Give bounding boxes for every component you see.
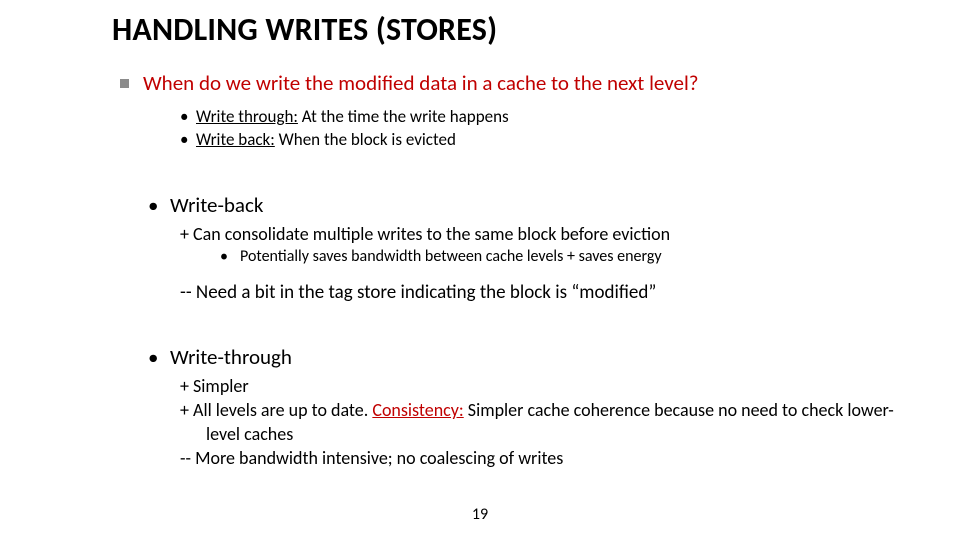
wt-plus2-key: Consistency:: [372, 399, 463, 421]
question-text: When do we write the modified data in a …: [143, 70, 699, 96]
wt-plus2-pre: + All levels are up to date.: [180, 399, 372, 421]
slide: HANDLING WRITES (STORES) When do we writ…: [0, 0, 960, 540]
dot-bullet-icon: •: [148, 192, 170, 218]
writethrough-plus2: + All levels are up to date. Consistency…: [180, 398, 910, 447]
page-number: 19: [0, 505, 960, 524]
writeback-sub-text: Potentially saves bandwidth between cach…: [240, 247, 662, 266]
spacer: [120, 304, 910, 326]
writeback-sub: •Potentially saves bandwidth between cac…: [220, 246, 910, 268]
question-sub-2: •Write back: When the block is evicted: [180, 129, 910, 152]
dot-bullet-icon: •: [220, 246, 240, 268]
spacer: [120, 269, 910, 275]
wb-minus-word: modified: [579, 281, 648, 304]
writeback-heading-text: Write-back: [170, 192, 263, 218]
slide-content: When do we write the modified data in a …: [120, 70, 910, 471]
spacer: [120, 152, 910, 174]
wb-minus-q-close: ”: [648, 281, 656, 304]
wb-minus-pre: -- Need a bit in the tag store indicatin…: [180, 281, 571, 304]
writethrough-minus: -- More bandwidth intensive; no coalesci…: [180, 446, 910, 470]
dot-bullet-icon: •: [180, 106, 196, 129]
dot-bullet-icon: •: [180, 129, 196, 152]
square-bullet-icon: [120, 79, 129, 88]
sub1-lead: Write through:: [196, 106, 298, 127]
dot-bullet-icon: •: [148, 344, 170, 370]
sub2-lead: Write back:: [196, 129, 275, 150]
question-sub-1: •Write through: At the time the write ha…: [180, 106, 910, 129]
writeback-heading: •Write-back: [148, 192, 910, 218]
sub2-rest: When the block is evicted: [275, 129, 456, 150]
writethrough-plus1: + Simpler: [180, 374, 910, 398]
writeback-minus: -- Need a bit in the tag store indicatin…: [180, 281, 910, 304]
question-line: When do we write the modified data in a …: [120, 70, 910, 96]
sub1-rest: At the time the write happens: [298, 106, 509, 127]
writeback-plus: + Can consolidate multiple writes to the…: [180, 222, 910, 246]
writethrough-heading: •Write-through: [148, 344, 910, 370]
writethrough-heading-text: Write-through: [170, 344, 292, 370]
slide-title: HANDLING WRITES (STORES): [112, 10, 497, 49]
